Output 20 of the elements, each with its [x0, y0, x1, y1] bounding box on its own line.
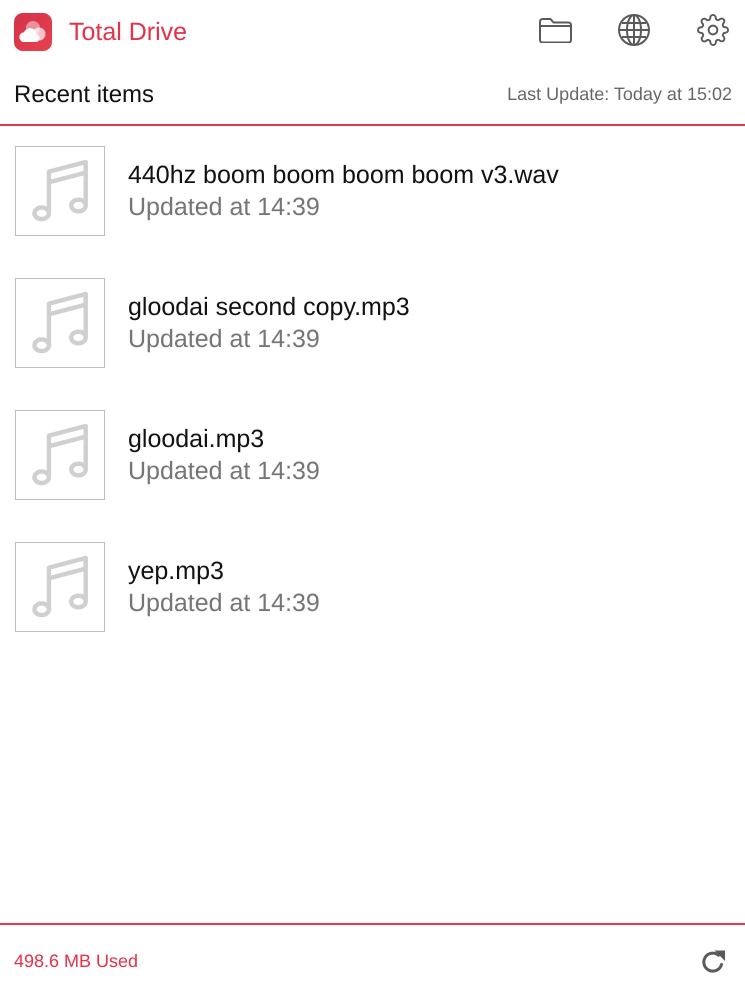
updated-time: Updated at 14:39	[128, 588, 320, 618]
section-title: Recent items	[14, 80, 154, 110]
refresh-icon	[700, 949, 726, 975]
file-name: yep.mp3	[128, 556, 225, 586]
updated-time: Updated at 14:39	[128, 192, 321, 222]
folder-icon	[538, 18, 572, 42]
cloud-logo-icon	[14, 13, 52, 51]
updated-time: Updated at 14:39	[128, 456, 320, 486]
storage-used-text: 498.6 MB Used	[14, 951, 138, 973]
file-name: gloodai.mp3	[128, 424, 266, 454]
refresh-button[interactable]	[700, 949, 726, 975]
globe-icon	[618, 14, 650, 46]
file-name: 440hz boom boom boom boom v3.wav	[128, 160, 559, 190]
globe-button[interactable]	[617, 13, 651, 47]
last-update-text: Last Update: Today at 15:02	[507, 84, 732, 106]
app-title: Total Drive	[69, 17, 188, 47]
settings-icon	[697, 14, 729, 46]
settings-button[interactable]	[696, 13, 730, 47]
updated-time: Updated at 14:39	[128, 324, 321, 354]
file-name: gloodai second copy.mp3	[128, 292, 410, 322]
